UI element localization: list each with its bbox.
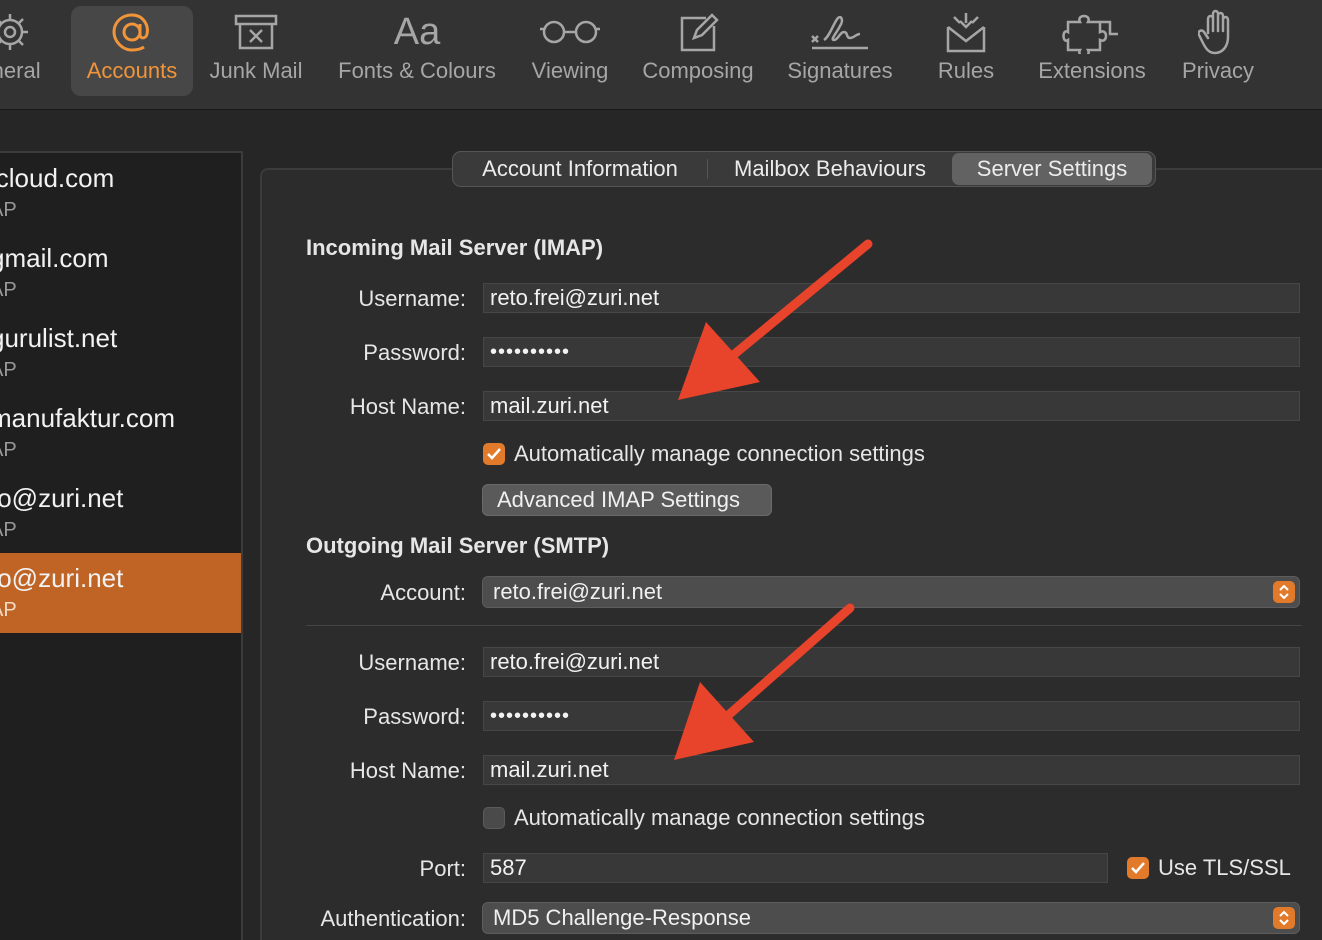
authentication-value: MD5 Challenge-Response bbox=[493, 905, 752, 930]
gear-icon bbox=[0, 6, 32, 58]
use-tls-label: Use TLS/SSL bbox=[1158, 855, 1291, 880]
fonts-icon: Aa bbox=[393, 10, 441, 53]
glasses-icon bbox=[538, 6, 602, 58]
toolbar-composing[interactable]: Composing bbox=[636, 6, 760, 96]
account-item[interactable]: gmail.com AP bbox=[0, 233, 241, 313]
toolbar-accounts[interactable]: Accounts bbox=[71, 6, 193, 96]
select-stepper-icon bbox=[1273, 581, 1295, 603]
outgoing-account-label: Account: bbox=[380, 580, 466, 605]
checkmark-icon bbox=[487, 448, 501, 460]
account-item[interactable]: gurulist.net AP bbox=[0, 313, 241, 393]
outgoing-auto-manage-label: Automatically manage connection settings bbox=[514, 805, 925, 830]
account-item[interactable]: manufaktur.com AP bbox=[0, 393, 241, 473]
incoming-password-label: Password: bbox=[363, 340, 466, 365]
incoming-username-field[interactable]: reto.frei@zuri.net bbox=[483, 283, 1300, 313]
tab-server-settings[interactable]: Server Settings bbox=[952, 153, 1152, 185]
use-tls-checkbox[interactable] bbox=[1127, 857, 1149, 879]
outgoing-password-label: Password: bbox=[363, 704, 466, 729]
account-item[interactable]: fo@zuri.net AP bbox=[0, 473, 241, 553]
toolbar-junk-mail[interactable]: Junk Mail bbox=[200, 6, 312, 96]
incoming-host-field[interactable]: mail.zuri.net bbox=[483, 391, 1300, 421]
settings-tabs: Account Information Mailbox Behaviours S… bbox=[452, 151, 1156, 187]
puzzle-icon bbox=[1062, 6, 1122, 58]
incoming-password-field[interactable]: •••••••••• bbox=[483, 337, 1300, 367]
incoming-section-title: Incoming Mail Server (IMAP) bbox=[306, 235, 604, 260]
rules-envelope-icon bbox=[942, 6, 990, 58]
port-label: Port: bbox=[419, 856, 466, 881]
toolbar-rules[interactable]: Rules bbox=[925, 6, 1007, 96]
authentication-label: Authentication: bbox=[320, 906, 466, 931]
incoming-host-label: Host Name: bbox=[349, 394, 466, 419]
toolbar-extensions[interactable]: Extensions bbox=[1028, 6, 1156, 96]
accounts-list: icloud.com AP gmail.com AP gurulist.net … bbox=[0, 151, 243, 940]
toolbar-signatures[interactable]: Signatures bbox=[778, 6, 902, 96]
toolbar-viewing[interactable]: Viewing bbox=[522, 6, 618, 96]
toolbar-general[interactable]: eneral bbox=[0, 6, 60, 96]
toolbar-fonts-colours[interactable]: Aa Fonts & Colours bbox=[330, 6, 504, 96]
incoming-auto-manage-label: Automatically manage connection settings bbox=[514, 441, 925, 466]
checkmark-icon bbox=[1131, 862, 1145, 874]
section-divider bbox=[306, 625, 1302, 626]
at-sign-icon bbox=[109, 6, 155, 58]
account-item[interactable]: icloud.com AP bbox=[0, 153, 241, 233]
tab-mailbox-behaviours[interactable]: Mailbox Behaviours bbox=[708, 152, 952, 186]
incoming-auto-manage-checkbox[interactable] bbox=[483, 443, 505, 465]
outgoing-account-select[interactable]: reto.frei@zuri.net bbox=[482, 576, 1300, 608]
outgoing-username-label: Username: bbox=[358, 650, 466, 675]
preferences-toolbar: eneral Accounts Junk Mail bbox=[0, 0, 1322, 110]
junk-mail-icon bbox=[232, 6, 280, 58]
select-stepper-icon bbox=[1273, 907, 1295, 929]
outgoing-host-field[interactable]: mail.zuri.net bbox=[483, 755, 1300, 785]
outgoing-auto-manage-checkbox[interactable] bbox=[483, 807, 505, 829]
outgoing-password-field[interactable]: •••••••••• bbox=[483, 701, 1300, 731]
account-item-selected[interactable]: to@zuri.net AP bbox=[0, 553, 241, 633]
incoming-username-label: Username: bbox=[358, 286, 466, 311]
outgoing-account-value: reto.frei@zuri.net bbox=[493, 579, 663, 604]
compose-icon bbox=[676, 6, 720, 58]
signature-icon bbox=[808, 6, 872, 58]
authentication-select[interactable]: MD5 Challenge-Response bbox=[482, 902, 1300, 934]
outgoing-section-title: Outgoing Mail Server (SMTP) bbox=[306, 533, 610, 558]
advanced-imap-settings-button[interactable]: Advanced IMAP Settings bbox=[482, 484, 772, 516]
outgoing-username-field[interactable]: reto.frei@zuri.net bbox=[483, 647, 1300, 677]
outgoing-host-label: Host Name: bbox=[349, 758, 466, 783]
tab-account-information[interactable]: Account Information bbox=[453, 152, 707, 186]
toolbar-privacy[interactable]: Privacy bbox=[1170, 6, 1266, 96]
port-field[interactable]: 587 bbox=[483, 853, 1108, 883]
hand-icon bbox=[1198, 6, 1238, 58]
